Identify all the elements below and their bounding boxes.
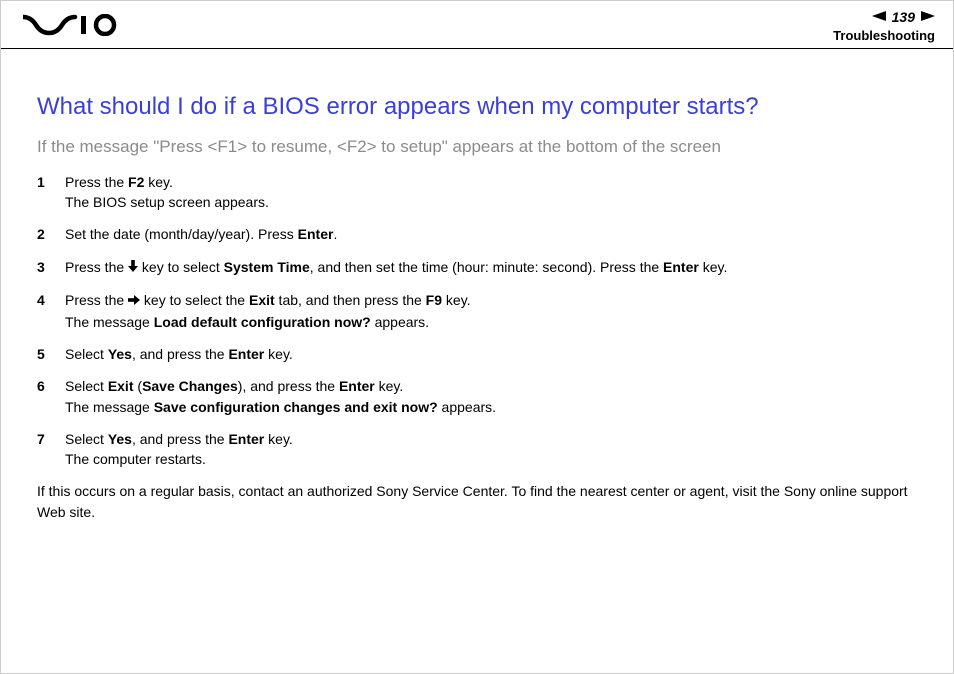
header: 139 Troubleshooting [1, 1, 953, 49]
step-body: Press the key to select System Time, and… [65, 257, 917, 278]
step-item: 5 Select Yes, and press the Enter key. [37, 344, 917, 364]
step-body: Select Yes, and press the Enter key. The… [65, 429, 917, 470]
step-item: 6 Select Exit (Save Changes), and press … [37, 376, 917, 417]
step-number: 7 [37, 429, 65, 449]
closing-paragraph: If this occurs on a regular basis, conta… [37, 481, 917, 522]
step-number: 6 [37, 376, 65, 396]
page-title: What should I do if a BIOS error appears… [37, 93, 917, 122]
page: 139 Troubleshooting What should I do if … [0, 0, 954, 674]
steps-list: 1 Press the F2 key. The BIOS setup scree… [37, 172, 917, 470]
page-number: 139 [892, 9, 915, 25]
step-number: 3 [37, 257, 65, 277]
step-number: 1 [37, 172, 65, 192]
vaio-logo [23, 14, 123, 36]
step-body: Press the key to select the Exit tab, an… [65, 290, 917, 332]
arrow-down-icon [128, 257, 138, 277]
section-label: Troubleshooting [833, 28, 935, 43]
page-nav: 139 [833, 8, 935, 26]
step-item: 7 Select Yes, and press the Enter key. T… [37, 429, 917, 470]
step-item: 4 Press the key to select the Exit tab, … [37, 290, 917, 332]
arrow-right-icon [128, 290, 140, 310]
step-number: 4 [37, 290, 65, 310]
step-item: 2 Set the date (month/day/year). Press E… [37, 224, 917, 244]
content: What should I do if a BIOS error appears… [1, 49, 953, 542]
step-item: 3 Press the key to select System Time, a… [37, 257, 917, 278]
step-body: Select Yes, and press the Enter key. [65, 344, 917, 364]
step-body: Press the F2 key. The BIOS setup screen … [65, 172, 917, 213]
header-right: 139 Troubleshooting [833, 6, 935, 43]
nav-next-icon[interactable] [921, 8, 935, 26]
step-number: 5 [37, 344, 65, 364]
nav-prev-icon[interactable] [872, 8, 886, 26]
vaio-logo-svg [23, 14, 123, 36]
step-item: 1 Press the F2 key. The BIOS setup scree… [37, 172, 917, 213]
step-body: Select Exit (Save Changes), and press th… [65, 376, 917, 417]
step-number: 2 [37, 224, 65, 244]
step-body: Set the date (month/day/year). Press Ent… [65, 224, 917, 244]
page-subtitle: If the message "Press <F1> to resume, <F… [37, 136, 917, 158]
